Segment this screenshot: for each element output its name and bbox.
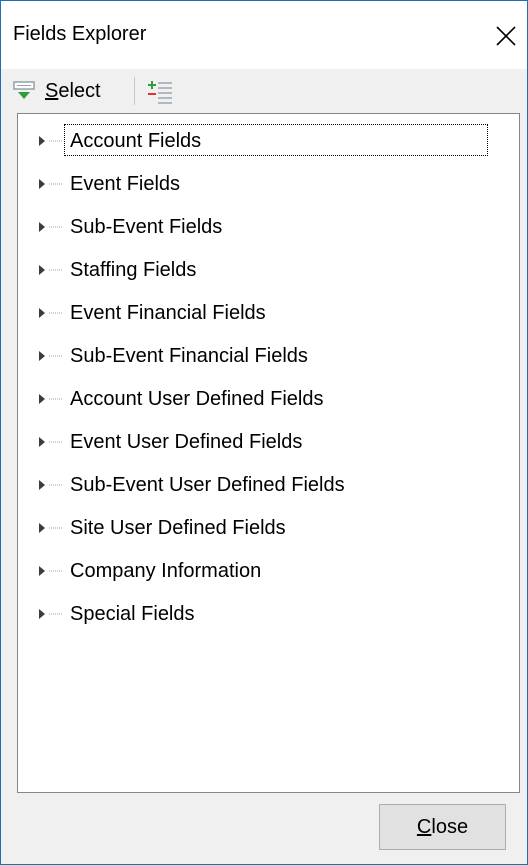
- tree-connector: [49, 441, 63, 443]
- expand-arrow-icon[interactable]: [37, 608, 47, 620]
- tree-item-label: Sub-Event Fields: [70, 216, 223, 238]
- select-filter-icon: [13, 81, 35, 99]
- tree-connector: [49, 183, 63, 185]
- tree-item-event-user-defined-fields[interactable]: Event User Defined Fields: [18, 422, 518, 462]
- tree-item-label: Staffing Fields: [70, 259, 197, 281]
- tree-connector: [49, 226, 63, 228]
- tree-item-label: Event User Defined Fields: [70, 431, 303, 453]
- expand-all-icon[interactable]: [146, 77, 176, 105]
- tree-item-label: Sub-Event User Defined Fields: [70, 474, 345, 496]
- tree-item-label: Event Fields: [70, 173, 181, 195]
- expand-arrow-icon[interactable]: [37, 350, 47, 362]
- tree-item-label: Sub-Event Financial Fields: [70, 345, 308, 367]
- tree-item-account-user-defined-fields[interactable]: Account User Defined Fields: [18, 379, 518, 419]
- select-button[interactable]: Select: [13, 75, 101, 107]
- tree-item-special-fields[interactable]: Special Fields: [18, 594, 518, 634]
- expand-arrow-icon[interactable]: [37, 393, 47, 405]
- tree-connector: [49, 484, 63, 486]
- tree-connector: [49, 312, 63, 314]
- tree-item-label: Account Fields: [64, 124, 488, 156]
- tree-item-label: Site User Defined Fields: [70, 517, 286, 539]
- expand-arrow-icon[interactable]: [37, 307, 47, 319]
- select-button-label: Select: [45, 79, 101, 102]
- tree-connector: [49, 613, 63, 615]
- tree-item-sub-event-user-defined-fields[interactable]: Sub-Event User Defined Fields: [18, 465, 518, 505]
- tree-connector: [49, 355, 63, 357]
- tree-item-label: Account User Defined Fields: [70, 388, 324, 410]
- tree-item-staffing-fields[interactable]: Staffing Fields: [18, 250, 518, 290]
- tree-item-account-fields[interactable]: Account Fields: [18, 121, 518, 161]
- toolbar-separator: [134, 77, 135, 105]
- tree-connector: [49, 398, 63, 400]
- expand-arrow-icon[interactable]: [37, 522, 47, 534]
- tree-connector: [49, 527, 63, 529]
- expand-arrow-icon[interactable]: [37, 178, 47, 190]
- expand-arrow-icon[interactable]: [37, 264, 47, 276]
- fields-explorer-window: Fields Explorer Select Account Fields Ev…: [0, 0, 528, 865]
- tree-item-event-financial-fields[interactable]: Event Financial Fields: [18, 293, 518, 333]
- expand-arrow-icon[interactable]: [37, 135, 47, 147]
- tree-item-sub-event-fields[interactable]: Sub-Event Fields: [18, 207, 518, 247]
- fields-tree[interactable]: Account Fields Event Fields Sub-Event Fi…: [17, 113, 520, 793]
- tree-connector: [49, 140, 63, 142]
- close-button[interactable]: Close: [379, 804, 506, 850]
- tree-connector: [49, 570, 63, 572]
- window-title: Fields Explorer: [13, 23, 147, 45]
- expand-arrow-icon[interactable]: [37, 436, 47, 448]
- tree-item-event-fields[interactable]: Event Fields: [18, 164, 518, 204]
- tree-connector: [49, 269, 63, 271]
- close-icon[interactable]: [489, 19, 523, 53]
- close-button-label: Close: [416, 815, 469, 838]
- tree-item-company-information[interactable]: Company Information: [18, 551, 518, 591]
- tree-item-sub-event-financial-fields[interactable]: Sub-Event Financial Fields: [18, 336, 518, 376]
- expand-arrow-icon[interactable]: [37, 479, 47, 491]
- tree-item-site-user-defined-fields[interactable]: Site User Defined Fields: [18, 508, 518, 548]
- tree-item-label: Special Fields: [70, 603, 195, 625]
- expand-arrow-icon[interactable]: [37, 565, 47, 577]
- expand-arrow-icon[interactable]: [37, 221, 47, 233]
- tree-item-label: Company Information: [70, 560, 262, 582]
- tree-item-label: Event Financial Fields: [70, 302, 266, 324]
- title-bar: Fields Explorer: [1, 1, 527, 69]
- toolbar: Select: [1, 69, 527, 113]
